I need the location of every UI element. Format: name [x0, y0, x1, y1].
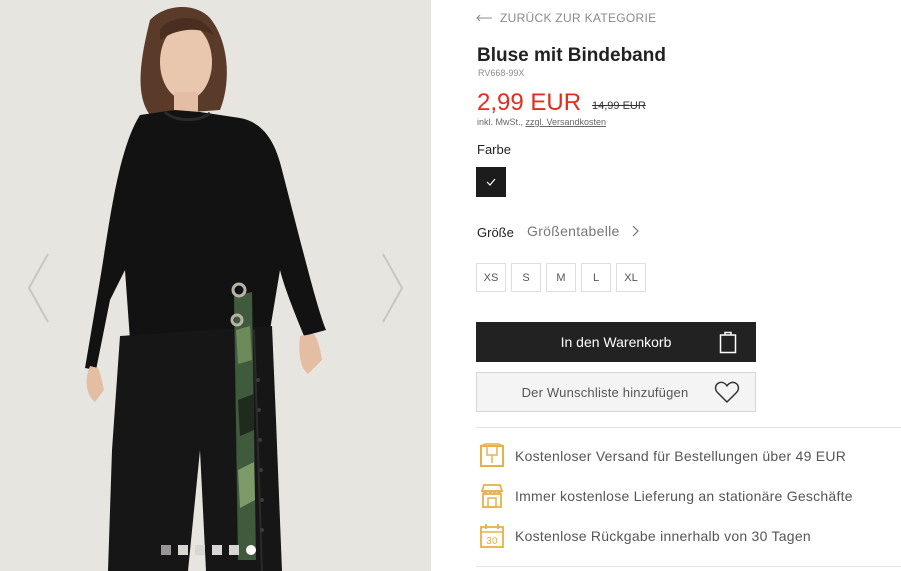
benefit-store-delivery: Immer kostenlose Lieferung an stationäre…: [479, 483, 853, 509]
size-selector: XS S M L XL: [476, 263, 646, 292]
add-to-wishlist-button[interactable]: Der Wunschliste hinzufügen: [476, 372, 756, 412]
benefit-text: Kostenloser Versand für Bestellungen übe…: [515, 448, 847, 464]
chevron-left-icon: [27, 253, 49, 323]
chevron-right-icon: [382, 253, 404, 323]
back-to-category-link[interactable]: ZURÜCK ZUR KATEGORIE: [476, 11, 656, 25]
arrow-left-icon: [476, 14, 492, 22]
chevron-right-icon: [632, 225, 639, 237]
current-price: 2,99 EUR: [477, 89, 582, 116]
gallery-dot[interactable]: [178, 545, 188, 555]
calendar-30-icon: 30: [480, 524, 504, 548]
size-chart-link[interactable]: Größentabelle: [527, 223, 639, 239]
gallery-dot-active[interactable]: [246, 545, 256, 555]
size-option-s[interactable]: S: [511, 263, 541, 292]
checkmark-icon: [486, 178, 496, 186]
add-to-wishlist-label: Der Wunschliste hinzufügen: [521, 384, 689, 400]
gallery-pagination: [161, 545, 256, 555]
gallery-dot[interactable]: [229, 545, 239, 555]
benefit-text: Immer kostenlose Lieferung an stationäre…: [515, 488, 853, 504]
product-image-gallery: [0, 0, 431, 571]
size-chart-label: Größentabelle: [527, 223, 620, 239]
gallery-dot[interactable]: [195, 545, 205, 555]
gallery-dot[interactable]: [212, 545, 222, 555]
divider: [476, 566, 901, 567]
heart-icon: [714, 381, 740, 404]
tax-note: inkl. MwSt., zzgl. Versandkosten: [477, 117, 606, 127]
divider: [476, 427, 901, 428]
package-icon: [480, 443, 504, 467]
benefit-free-returns: 30 Kostenlose Rückgabe innerhalb von 30 …: [479, 523, 811, 549]
gallery-prev-button[interactable]: [24, 250, 54, 326]
size-option-xl[interactable]: XL: [616, 263, 646, 292]
tax-prefix: inkl. MwSt.,: [477, 117, 526, 127]
size-label: Größe: [477, 225, 514, 240]
color-swatch-selected[interactable]: [476, 167, 506, 197]
shipping-costs-link[interactable]: zzgl. Versandkosten: [526, 117, 607, 127]
size-option-m[interactable]: M: [546, 263, 576, 292]
gallery-dot[interactable]: [161, 545, 171, 555]
color-label: Farbe: [477, 142, 511, 157]
svg-text:30: 30: [486, 536, 498, 547]
add-to-cart-button[interactable]: In den Warenkorb: [476, 322, 756, 362]
product-photo: [0, 0, 431, 571]
shopping-bag-icon: [719, 331, 737, 354]
benefit-text: Kostenlose Rückgabe innerhalb von 30 Tag…: [515, 528, 811, 544]
product-details-panel: ZURÜCK ZUR KATEGORIE Bluse mit Bindeband…: [476, 0, 901, 571]
back-link-label: ZURÜCK ZUR KATEGORIE: [500, 11, 657, 25]
old-price: 14,99 EUR: [592, 100, 646, 112]
product-title: Bluse mit Bindeband: [477, 45, 666, 66]
size-option-l[interactable]: L: [581, 263, 611, 292]
store-icon: [480, 484, 504, 508]
product-sku: RV668-99X: [478, 68, 525, 78]
size-option-xs[interactable]: XS: [476, 263, 506, 292]
gallery-next-button[interactable]: [377, 250, 407, 326]
benefit-free-shipping: Kostenloser Versand für Bestellungen übe…: [479, 443, 846, 469]
add-to-cart-label: In den Warenkorb: [560, 334, 672, 350]
